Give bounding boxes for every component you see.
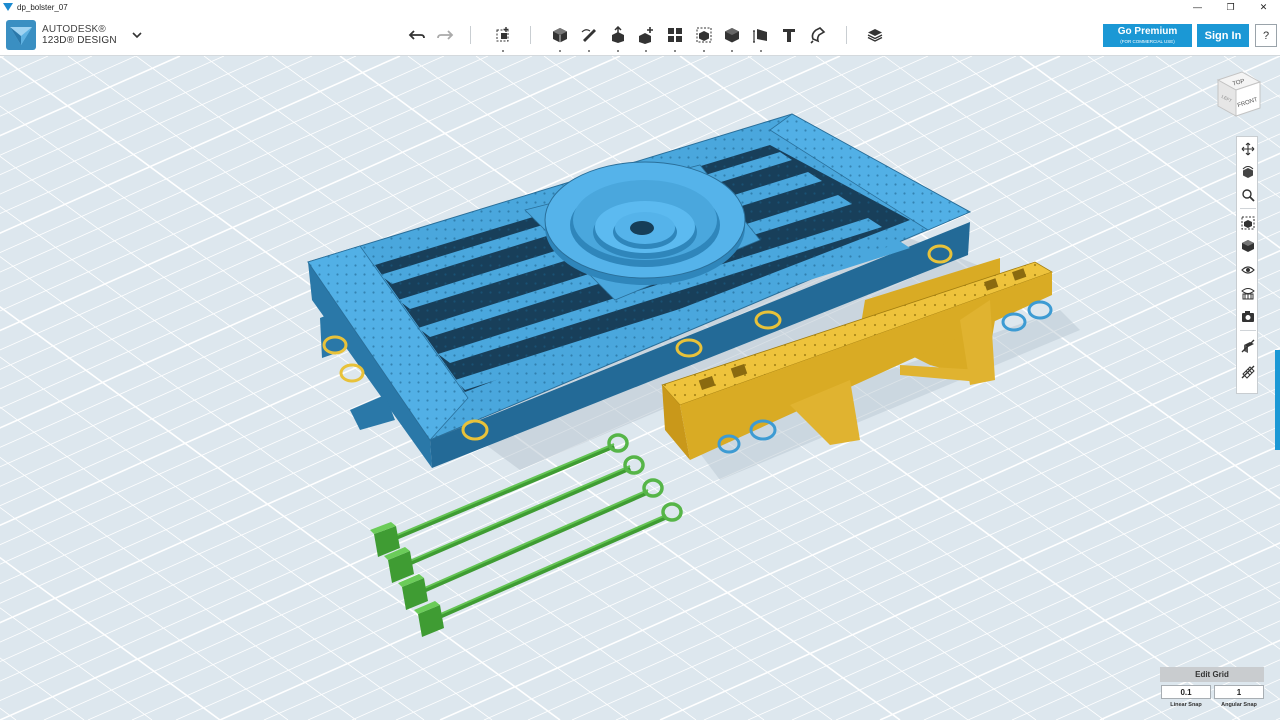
zoom-icon (1242, 189, 1255, 202)
autodesk-logo-icon (6, 20, 36, 50)
brand-line1: AUTODESK® (42, 24, 106, 35)
views-button[interactable] (1239, 237, 1257, 255)
screenshot-button[interactable] (1239, 307, 1257, 325)
orbit-icon (1242, 166, 1254, 178)
app-window: dp_bolster_07 — ❐ ✕ AUTODESK® 123D® DESI… (0, 0, 1280, 720)
visibility-icon (1241, 266, 1255, 274)
go-premium-sublabel: (FOR COMMERCIAL USE) (1120, 39, 1175, 44)
material-icon (867, 29, 883, 42)
toolbar-separator (846, 26, 847, 44)
view-cube[interactable]: TOP FRONT LEFT (1210, 68, 1266, 124)
chevron-down-icon[interactable] (130, 28, 144, 42)
snap-icon (810, 27, 826, 44)
orbit-button[interactable] (1239, 163, 1257, 181)
pattern-icon (668, 28, 682, 42)
title-bar: dp_bolster_07 — ❐ ✕ (0, 0, 1280, 14)
brand[interactable]: AUTODESK® 123D® DESIGN (6, 20, 117, 50)
transform-icon (496, 27, 509, 42)
combine-icon (725, 28, 739, 43)
primitives-icon (553, 28, 567, 43)
3d-viewport[interactable] (0, 56, 1280, 720)
brand-line2: 123D® DESIGN (42, 35, 117, 46)
combine-button[interactable] (720, 23, 744, 52)
green-rod[interactable] (384, 455, 645, 583)
hide-mesh-button[interactable] (1239, 363, 1257, 381)
construct-icon (612, 26, 624, 43)
help-button[interactable]: ? (1255, 24, 1277, 47)
grouping-button[interactable] (692, 23, 716, 52)
window-controls: — ❐ ✕ (1181, 0, 1280, 14)
material-button[interactable] (863, 23, 887, 47)
redo-button[interactable] (433, 23, 457, 47)
view-cube-icon: TOP FRONT LEFT (1216, 71, 1262, 117)
materials-outline-button[interactable] (1239, 284, 1257, 302)
primitives-button[interactable] (548, 23, 572, 52)
main-toolbar: AUTODESK® 123D® DESIGN Go Premium (FOR C… (0, 14, 1280, 56)
measure-button[interactable] (749, 23, 773, 52)
measure-icon (753, 29, 767, 43)
modify-button[interactable] (634, 23, 658, 52)
undo-icon (408, 30, 425, 40)
screenshot-icon (1242, 311, 1254, 322)
window-title: dp_bolster_07 (17, 2, 68, 12)
hide-sketch-icon (1241, 339, 1255, 353)
scene[interactable] (0, 56, 1280, 720)
app-logo-icon (3, 3, 13, 11)
pan-icon (1241, 142, 1255, 156)
grid-panel: Edit Grid 0.1 1 Linear Snap Angular Snap (1160, 667, 1264, 717)
side-panel-tab[interactable] (1275, 350, 1280, 450)
minimize-button[interactable]: — (1181, 0, 1214, 14)
construct-button[interactable] (606, 23, 630, 52)
hide-sketch-button[interactable] (1239, 337, 1257, 355)
angular-snap-label: Angular Snap (1221, 702, 1257, 708)
maximize-button[interactable]: ❐ (1214, 0, 1247, 14)
go-premium-button[interactable]: Go Premium (FOR COMMERCIAL USE) (1103, 24, 1192, 47)
undo-button[interactable] (405, 23, 429, 47)
fit-button[interactable] (1239, 214, 1257, 232)
text-button[interactable] (777, 23, 801, 47)
linear-snap-label: Linear Snap (1170, 702, 1202, 708)
modify-icon (639, 27, 653, 44)
visibility-button[interactable] (1239, 261, 1257, 279)
navigation-bar (1236, 136, 1258, 394)
pattern-button[interactable] (663, 23, 687, 52)
toolbar-separator (530, 26, 531, 44)
transform-button[interactable] (491, 23, 515, 52)
hide-mesh-icon (1241, 365, 1255, 379)
go-premium-label: Go Premium (1117, 26, 1178, 37)
zoom-button[interactable] (1239, 186, 1257, 204)
close-button[interactable]: ✕ (1247, 0, 1280, 14)
green-rod[interactable] (398, 478, 664, 610)
sketch-button[interactable] (577, 23, 601, 52)
fit-icon (1241, 216, 1255, 230)
materials-outline-icon (1241, 288, 1255, 300)
edit-grid-button[interactable]: Edit Grid (1160, 667, 1264, 682)
text-icon (783, 29, 795, 42)
redo-icon (437, 30, 454, 40)
angular-snap-field[interactable]: 1 (1214, 685, 1264, 699)
sketch-icon (581, 29, 596, 42)
linear-snap-field[interactable]: 0.1 (1161, 685, 1211, 699)
views-icon (1242, 240, 1254, 252)
toolbar-separator (470, 26, 471, 44)
nav-separator (1240, 208, 1256, 209)
nav-separator (1240, 330, 1256, 331)
grouping-icon (696, 27, 712, 43)
snap-button[interactable] (806, 23, 830, 47)
pan-button[interactable] (1239, 140, 1257, 158)
sign-in-button[interactable]: Sign In (1197, 24, 1249, 47)
